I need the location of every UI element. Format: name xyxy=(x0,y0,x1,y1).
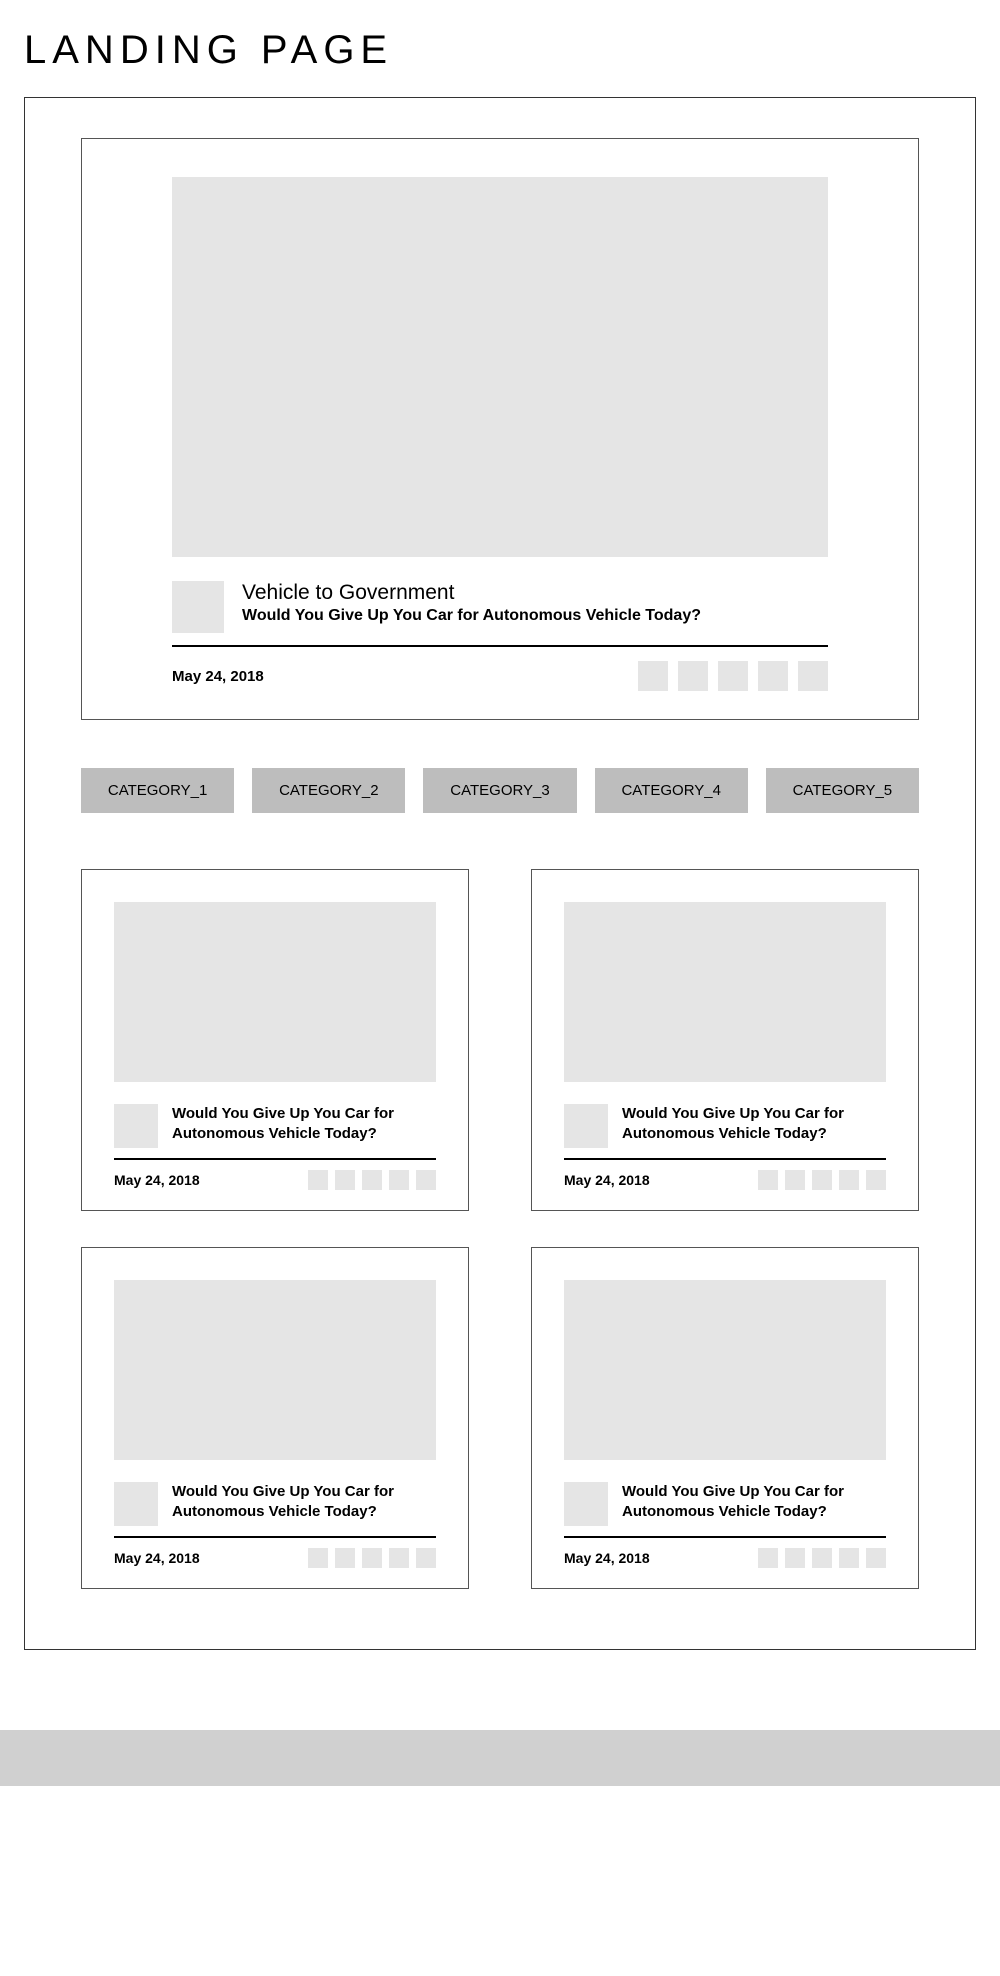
hero-image-placeholder xyxy=(172,177,828,557)
page-title: LANDING PAGE xyxy=(0,0,1000,97)
share-icon[interactable] xyxy=(362,1548,382,1568)
article-card[interactable]: Would You Give Up You Car for Autonomous… xyxy=(81,1247,469,1589)
divider xyxy=(564,1158,886,1160)
share-icon[interactable] xyxy=(638,661,668,691)
share-icon[interactable] xyxy=(335,1548,355,1568)
card-title: Would You Give Up You Car for Autonomous… xyxy=(172,1482,436,1523)
share-icon[interactable] xyxy=(839,1170,859,1190)
card-date: May 24, 2018 xyxy=(564,1550,650,1566)
divider xyxy=(114,1536,436,1538)
card-image-placeholder xyxy=(564,1280,886,1460)
card-share-icons xyxy=(308,1170,436,1190)
category-button[interactable]: CATEGORY_2 xyxy=(252,768,405,813)
share-icon[interactable] xyxy=(866,1548,886,1568)
card-image-placeholder xyxy=(564,902,886,1082)
hero-card[interactable]: Vehicle to Government Would You Give Up … xyxy=(81,138,919,720)
category-button[interactable]: CATEGORY_3 xyxy=(423,768,576,813)
share-icon[interactable] xyxy=(798,661,828,691)
card-title: Would You Give Up You Car for Autonomous… xyxy=(622,1482,886,1523)
card-avatar-placeholder xyxy=(114,1104,158,1148)
share-icon[interactable] xyxy=(812,1170,832,1190)
card-avatar-placeholder xyxy=(564,1104,608,1148)
share-icon[interactable] xyxy=(839,1548,859,1568)
card-image-placeholder xyxy=(114,902,436,1082)
article-card[interactable]: Would You Give Up You Car for Autonomous… xyxy=(531,869,919,1211)
share-icon[interactable] xyxy=(866,1170,886,1190)
share-icon[interactable] xyxy=(785,1548,805,1568)
card-share-icons xyxy=(758,1548,886,1568)
hero-avatar-placeholder xyxy=(172,581,224,633)
card-image-placeholder xyxy=(114,1280,436,1460)
card-title: Would You Give Up You Car for Autonomous… xyxy=(622,1104,886,1145)
card-date: May 24, 2018 xyxy=(114,1172,200,1188)
footer-bar xyxy=(0,1730,1000,1786)
card-share-icons xyxy=(758,1170,886,1190)
share-icon[interactable] xyxy=(389,1548,409,1568)
card-avatar-placeholder xyxy=(114,1482,158,1526)
share-icon[interactable] xyxy=(416,1548,436,1568)
divider xyxy=(564,1536,886,1538)
category-row: CATEGORY_1 CATEGORY_2 CATEGORY_3 CATEGOR… xyxy=(81,768,919,813)
article-card[interactable]: Would You Give Up You Car for Autonomous… xyxy=(81,869,469,1211)
card-share-icons xyxy=(308,1548,436,1568)
hero-heading: Vehicle to Government xyxy=(242,581,828,605)
wireframe-frame: Vehicle to Government Would You Give Up … xyxy=(24,97,976,1650)
hero-date: May 24, 2018 xyxy=(172,668,264,685)
card-title: Would You Give Up You Car for Autonomous… xyxy=(172,1104,436,1145)
share-icon[interactable] xyxy=(416,1170,436,1190)
divider xyxy=(172,645,828,647)
card-date: May 24, 2018 xyxy=(564,1172,650,1188)
share-icon[interactable] xyxy=(678,661,708,691)
share-icon[interactable] xyxy=(308,1548,328,1568)
share-icon[interactable] xyxy=(308,1170,328,1190)
category-button[interactable]: CATEGORY_1 xyxy=(81,768,234,813)
share-icon[interactable] xyxy=(718,661,748,691)
hero-share-icons xyxy=(638,661,828,691)
share-icon[interactable] xyxy=(389,1170,409,1190)
divider xyxy=(114,1158,436,1160)
card-avatar-placeholder xyxy=(564,1482,608,1526)
hero-subtitle: Would You Give Up You Car for Autonomous… xyxy=(242,607,828,625)
article-grid: Would You Give Up You Car for Autonomous… xyxy=(81,869,919,1589)
share-icon[interactable] xyxy=(758,661,788,691)
share-icon[interactable] xyxy=(785,1170,805,1190)
card-date: May 24, 2018 xyxy=(114,1550,200,1566)
category-button[interactable]: CATEGORY_4 xyxy=(595,768,748,813)
share-icon[interactable] xyxy=(758,1548,778,1568)
share-icon[interactable] xyxy=(335,1170,355,1190)
share-icon[interactable] xyxy=(758,1170,778,1190)
article-card[interactable]: Would You Give Up You Car for Autonomous… xyxy=(531,1247,919,1589)
share-icon[interactable] xyxy=(362,1170,382,1190)
share-icon[interactable] xyxy=(812,1548,832,1568)
category-button[interactable]: CATEGORY_5 xyxy=(766,768,919,813)
